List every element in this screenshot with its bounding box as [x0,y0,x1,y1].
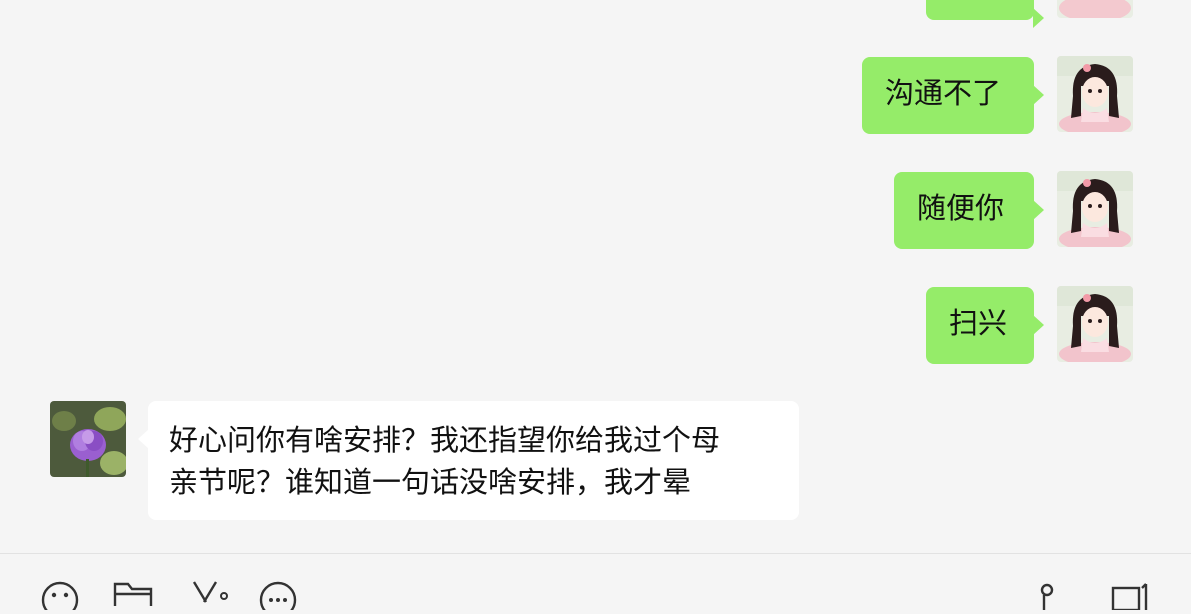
message-text-line-1: 好心问你有啥安排？我还指望你给我过个母 [169,423,721,457]
message-bubble-incoming[interactable]: 好心问你有啥安排？我还指望你给我过个母 亲节呢？谁知道一句话没啥安排，我才晕 [138,401,799,520]
chat-bubble-icon[interactable] [258,580,298,614]
message-bubble-outgoing[interactable]: 沟通不了 [862,57,1044,134]
message-text: 沟通不了 [885,76,1002,110]
message-bubble-outgoing[interactable]: 扫兴 [926,287,1044,364]
contact-avatar[interactable] [50,401,126,477]
scissors-icon[interactable] [188,580,228,614]
video-call-icon[interactable] [1110,580,1154,614]
message-text: 随便你 [917,191,1005,225]
my-avatar[interactable] [1057,286,1133,362]
folder-icon[interactable] [112,580,154,614]
message-bubble-outgoing[interactable]: 随便你 [894,172,1044,249]
message-bubble-outgoing[interactable] [926,0,1044,28]
chat-message-area[interactable]: 沟通不了 随便你 扫兴 好心问你有啥安排？我还指望你给我过个母 亲节呢？谁知道一… [0,0,1191,553]
emoji-icon[interactable] [40,580,80,614]
my-avatar[interactable] [1057,56,1133,132]
my-avatar[interactable] [1057,0,1133,18]
my-avatar[interactable] [1057,171,1133,247]
message-text: 扫兴 [949,306,1008,340]
phone-icon[interactable] [1032,580,1062,614]
input-toolbar [0,554,1191,614]
message-text-line-2: 亲节呢？谁知道一句话没啥安排，我才晕 [169,465,692,499]
